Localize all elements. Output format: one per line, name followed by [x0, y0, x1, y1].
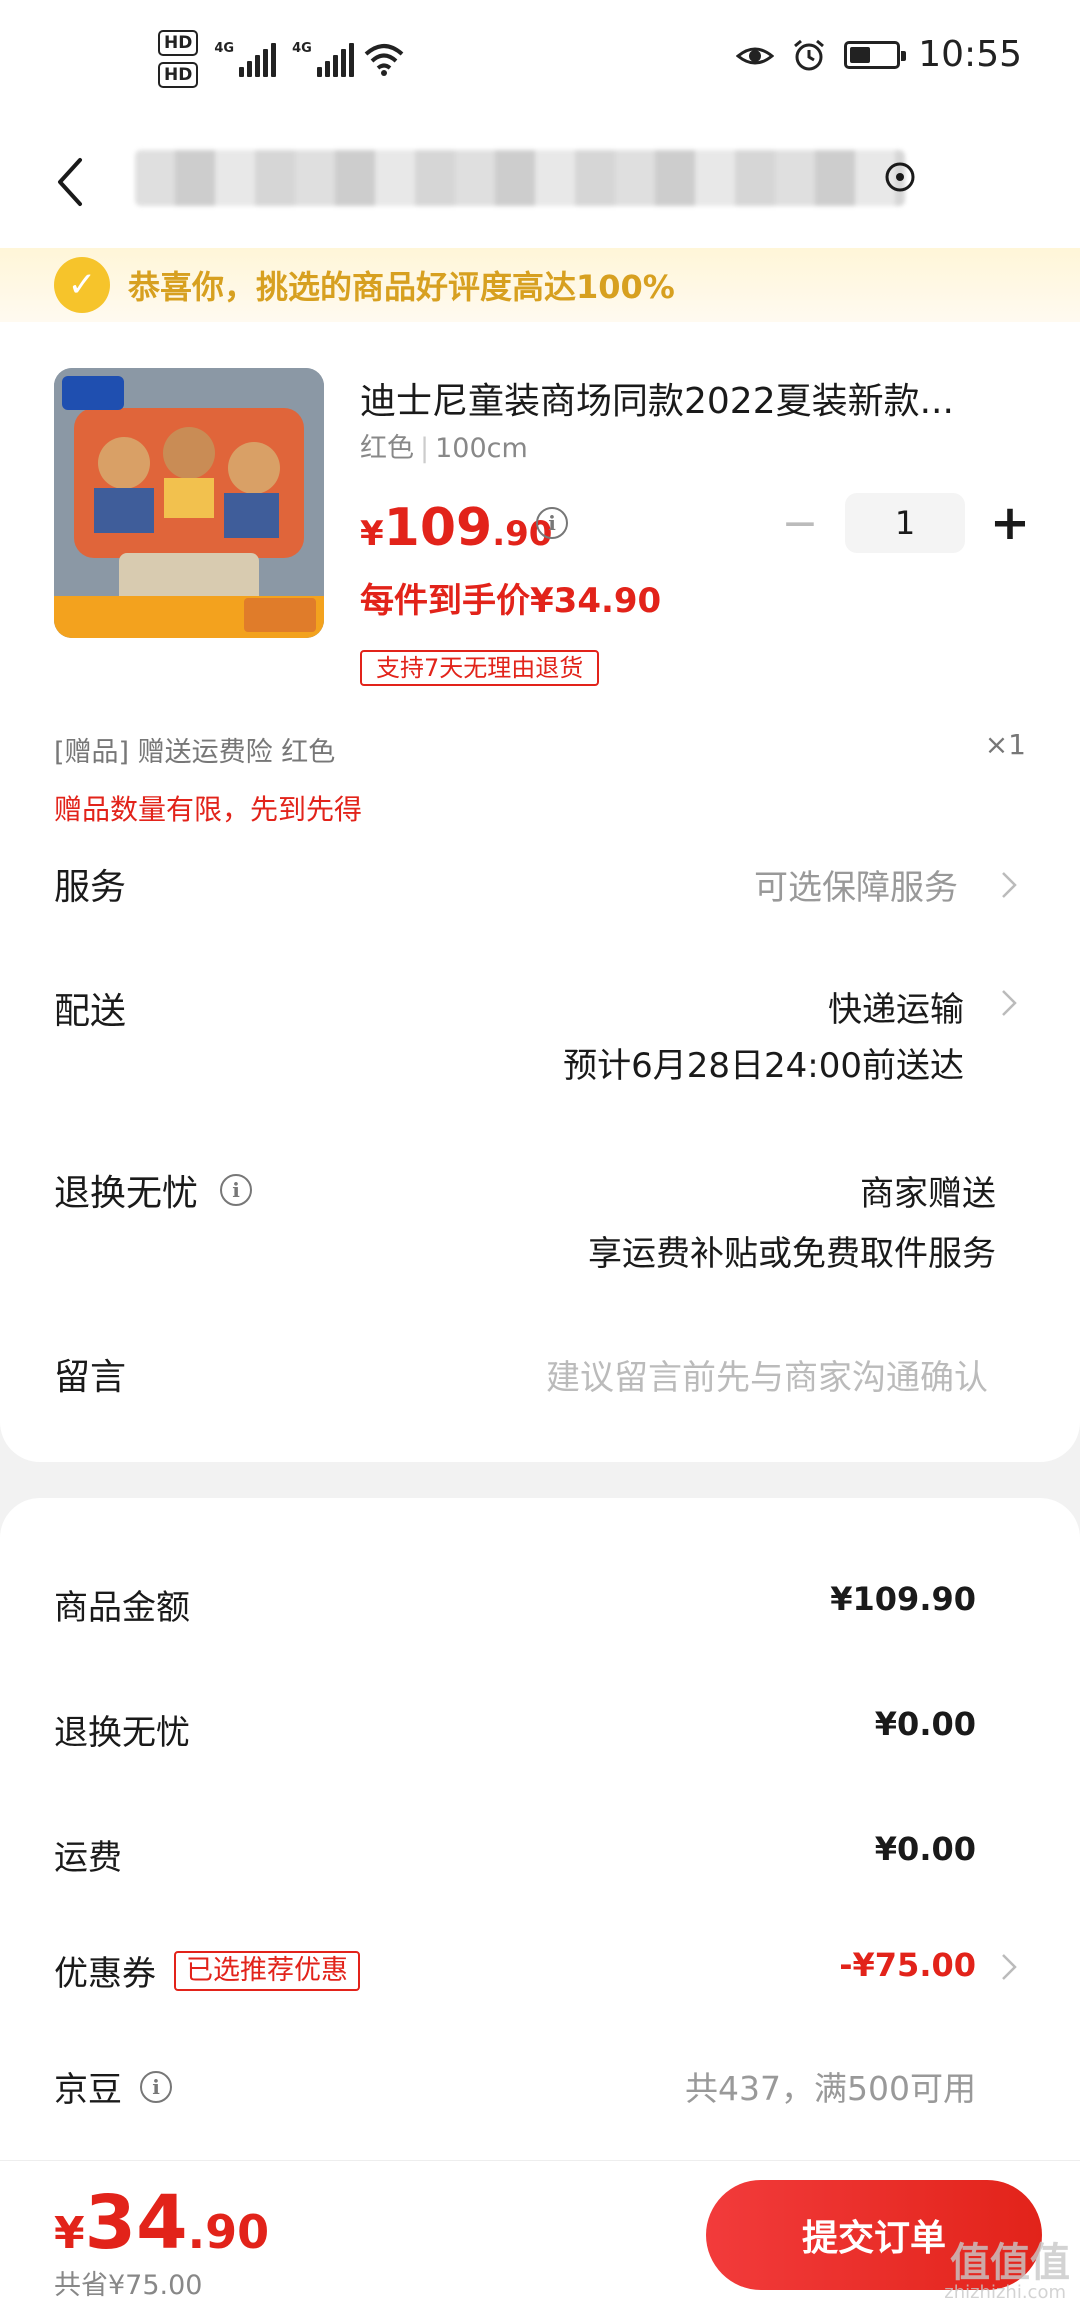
service-label: 服务 — [54, 867, 127, 908]
beans-label: 京豆 i — [54, 2062, 172, 2111]
battery-icon — [844, 40, 907, 69]
coupon-value[interactable]: -¥75.00 — [839, 1946, 976, 1984]
beans-info-icon[interactable]: i — [140, 2070, 172, 2103]
shipping-value: ¥0.00 — [874, 1830, 976, 1868]
product-color: 红色 — [360, 433, 414, 464]
product-price: ¥ 109 .90 — [360, 498, 553, 558]
decrease-button[interactable]: − — [770, 498, 830, 549]
delivery-eta: 预计6月28日24:00前送达 — [563, 1046, 964, 1086]
price-info-icon[interactable]: i — [536, 507, 568, 539]
service-value[interactable]: 可选保障服务 — [754, 860, 958, 909]
increase-button[interactable]: + — [980, 495, 1040, 551]
locate-icon[interactable] — [880, 157, 920, 197]
thumbs-up-icon: ✓ — [54, 257, 110, 313]
goods-amount-label: 商品金额 — [54, 1588, 190, 1628]
signal-icon-1: 4G — [214, 41, 277, 77]
banner-text: 恭喜你，挑选的商品好评度高达100% — [128, 268, 675, 306]
worry-free-desc: 享运费补贴或免费取件服务 — [588, 1234, 996, 1274]
worry-free-value: 商家赠送 — [860, 1174, 996, 1214]
saved-amount: 共省¥75.00 — [54, 2270, 203, 2301]
hd-badge-1: HD — [158, 30, 199, 56]
worry-fee-value: ¥0.00 — [874, 1705, 976, 1743]
quantity-stepper: − 1 + — [770, 490, 1040, 556]
gift-notice: 赠品数量有限，先到先得 — [54, 793, 363, 826]
status-bar-right: 10:55 — [736, 34, 1022, 75]
chevron-right-icon[interactable] — [1000, 1952, 1018, 1982]
chevron-right-icon[interactable] — [1000, 988, 1018, 1018]
return-policy-tag: 支持7天无理由退货 — [360, 650, 600, 686]
coupon-label: 优惠券 已选推荐优惠 — [54, 1946, 360, 1995]
goods-amount-value: ¥109.90 — [830, 1580, 976, 1618]
total-price: ¥ 34 .90 — [54, 2180, 270, 2266]
site-watermark-url: zhizhizhi.com — [944, 2282, 1066, 2303]
product-image[interactable] — [54, 368, 324, 638]
product-image-art — [54, 368, 324, 638]
shipping-label: 运费 — [54, 1838, 122, 1878]
worry-free-info-icon[interactable]: i — [220, 1174, 253, 1206]
delivery-label: 配送 — [54, 991, 127, 1032]
clock-time: 10:55 — [918, 34, 1022, 75]
wifi-icon — [364, 44, 404, 76]
praise-banner: ✓ 恭喜你，挑选的商品好评度高达100% — [0, 248, 1080, 322]
signal-icon-2: 4G — [292, 41, 354, 77]
product-spec: 红色 | 100cm — [360, 433, 528, 464]
message-input[interactable]: 建议留言前先与商家沟通确认 — [546, 1350, 988, 1399]
message-label: 留言 — [54, 1357, 127, 1398]
chevron-right-icon[interactable] — [1000, 870, 1018, 900]
site-watermark: 值值值 — [950, 2240, 1070, 2286]
worry-fee-label: 退换无忧 — [54, 1713, 190, 1753]
gift-quantity: ×1 — [984, 728, 1026, 761]
page-title-redacted — [135, 150, 905, 206]
product-size: 100cm — [435, 433, 528, 464]
final-unit-price: 每件到手价¥34.90 — [360, 581, 662, 621]
alarm-icon — [794, 39, 825, 70]
product-title[interactable]: 迪士尼童装商场同款2022夏装新款... — [360, 372, 954, 424]
worry-free-label: 退换无忧 i — [54, 1164, 253, 1216]
eye-icon — [736, 47, 775, 64]
delivery-method[interactable]: 快递运输 — [828, 982, 964, 1031]
status-bar-left: HD HD 4G 4G — [158, 30, 404, 88]
quantity-field[interactable]: 1 — [845, 493, 965, 553]
gift-line: [赠品] 赠送运费险 红色 — [54, 737, 336, 768]
coupon-recommended-tag: 已选推荐优惠 — [174, 1950, 360, 1991]
back-arrow-icon[interactable] — [48, 150, 92, 214]
beans-value: 共437，满500可用 — [685, 2069, 976, 2108]
hd-badge-2: HD — [158, 62, 199, 88]
